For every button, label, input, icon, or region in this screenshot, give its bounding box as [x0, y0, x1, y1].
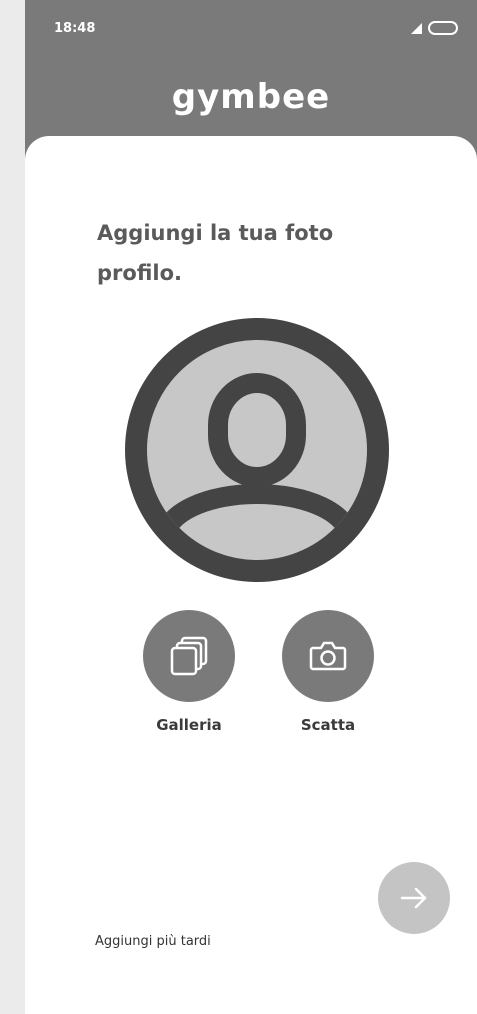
arrow-right-icon — [400, 887, 427, 909]
gallery-button-circle[interactable] — [143, 610, 235, 702]
profile-photo-card: Aggiungi la tua foto profilo. Galleria S… — [25, 136, 477, 1014]
add-later-link[interactable]: Aggiungi più tardi — [95, 934, 211, 949]
camera-icon — [309, 641, 347, 671]
camera-button-circle[interactable] — [282, 610, 374, 702]
user-avatar-icon[interactable] — [123, 318, 391, 582]
page-title: Aggiungi la tua foto profilo. — [97, 221, 334, 285]
next-button[interactable] — [378, 862, 450, 934]
battery-icon — [428, 21, 458, 35]
gallery-stack-icon — [170, 636, 208, 676]
phone-screen: 18:48 gymbee Aggiungi la tua foto profil… — [25, 0, 477, 1014]
camera-button[interactable]: Scatta — [268, 610, 388, 734]
gallery-button[interactable]: Galleria — [129, 610, 249, 734]
gymbee-logo: gymbee — [171, 77, 331, 117]
status-icons — [411, 21, 458, 35]
status-time: 18:48 — [54, 21, 96, 36]
camera-label: Scatta — [300, 716, 356, 734]
signal-icon — [411, 23, 422, 34]
gallery-label: Galleria — [156, 716, 222, 734]
status-bar: 18:48 — [25, 0, 477, 60]
